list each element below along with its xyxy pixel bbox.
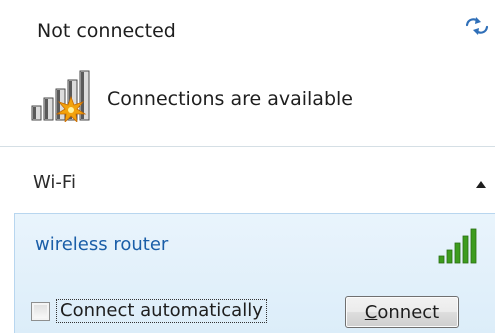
network-item-wireless-router[interactable]: wireless router Connect automatically Co… [14, 213, 495, 333]
collapse-section-button[interactable] [474, 176, 488, 188]
wifi-section-label: Wi-Fi [33, 172, 76, 193]
connect-button-accelerator: C [364, 301, 378, 323]
network-name: wireless router [35, 234, 169, 255]
connect-automatically-option[interactable]: Connect automatically [31, 298, 267, 324]
refresh-arrows-icon [465, 17, 489, 35]
connect-button-label: onnect [377, 301, 440, 323]
wifi-section-header[interactable]: Wi-Fi [0, 147, 495, 207]
signal-bars-with-star-icon [31, 70, 101, 124]
connection-status-title: Not connected [37, 20, 176, 42]
connections-available-text: Connections are available [107, 88, 353, 110]
connect-button[interactable]: Connect [345, 296, 459, 328]
network-flyout: Not connected Connections are available … [0, 0, 495, 333]
connect-automatically-checkbox[interactable] [31, 301, 50, 321]
chevron-up-icon [476, 181, 486, 188]
connect-automatically-label: Connect automatically [56, 299, 267, 323]
refresh-button[interactable] [464, 14, 490, 38]
wifi-signal-bars-icon [437, 228, 483, 264]
